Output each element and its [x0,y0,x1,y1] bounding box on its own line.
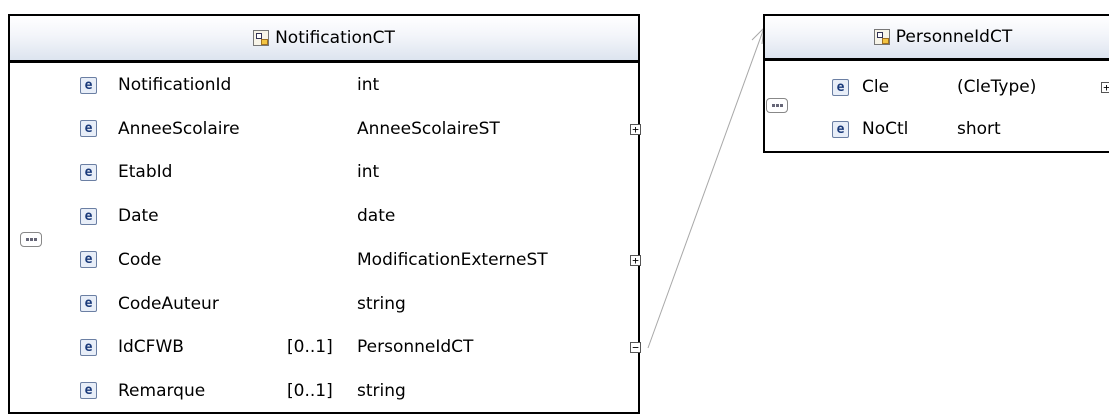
sequence-compositor-icon[interactable] [20,232,42,247]
header-divider [765,60,1109,61]
element-e-icon: e [80,338,97,356]
element-row[interactable]: e Date date [80,203,620,229]
type-reference-arrow [647,27,765,349]
element-name: CodeAuteur [118,293,219,314]
expand-icon[interactable]: + [630,254,641,266]
element-e-icon: e [80,76,97,94]
expand-icon[interactable]: + [630,123,641,135]
element-name: Date [118,206,159,227]
element-e-icon: e [832,120,849,138]
element-type: string [357,380,406,401]
element-e-icon: e [80,382,97,400]
element-e-icon: e [80,120,97,138]
element-name: NoCtl [862,119,909,139]
element-cardinality: [0..1] [287,337,333,358]
element-row[interactable]: e NotificationId int [80,72,620,98]
element-row[interactable]: e Code ModificationExterneST [80,247,620,273]
element-e-icon: e [80,295,97,312]
complex-type-icon [253,30,270,46]
personne-id-ct-title: PersonneIdCT [895,27,1013,47]
element-row[interactable]: e CodeAuteur string [80,291,620,317]
element-e-icon: e [80,207,97,225]
element-type: int [357,75,380,95]
element-row[interactable]: e IdCFWB [0..1] PersonneIdCT [80,334,620,360]
element-name: IdCFWB [118,337,184,358]
collapse-icon[interactable]: − [630,342,641,354]
element-e-icon: e [80,251,97,269]
element-type: date [357,206,396,227]
expand-icon[interactable]: + [1101,82,1109,93]
notification-ct-title: NotificationCT [275,28,395,48]
element-type: string [357,293,406,314]
header-divider [10,62,638,63]
sequence-compositor-icon[interactable] [766,98,788,113]
element-type: AnneeScolaireST [357,118,500,139]
element-name: EtabId [118,162,173,183]
element-row[interactable]: e Remarque [0..1] string [80,378,620,404]
complex-type-icon [873,29,890,45]
element-row[interactable]: e EtabId int [80,159,620,185]
element-type: int [357,162,380,183]
element-type: PersonneIdCT [357,337,474,358]
element-row[interactable]: e AnneeScolaire AnneeScolaireST [80,116,620,142]
personne-id-ct-header[interactable]: PersonneIdCT [765,16,1109,60]
element-row[interactable]: e NoCtl short [832,116,1097,142]
element-name: Remarque [118,380,206,401]
element-row[interactable]: e Cle (CleType) [832,74,1097,100]
element-type: short [957,119,1001,139]
element-name: NotificationId [118,75,232,95]
notification-ct-header[interactable]: NotificationCT [10,16,638,62]
element-e-icon: e [80,163,97,181]
element-name: AnneeScolaire [118,118,240,139]
element-type: (CleType) [957,77,1037,97]
element-type: ModificationExterneST [357,249,548,270]
element-cardinality: [0..1] [287,380,333,401]
element-name: Cle [862,77,890,97]
element-e-icon: e [832,78,849,96]
element-name: Code [118,249,162,270]
